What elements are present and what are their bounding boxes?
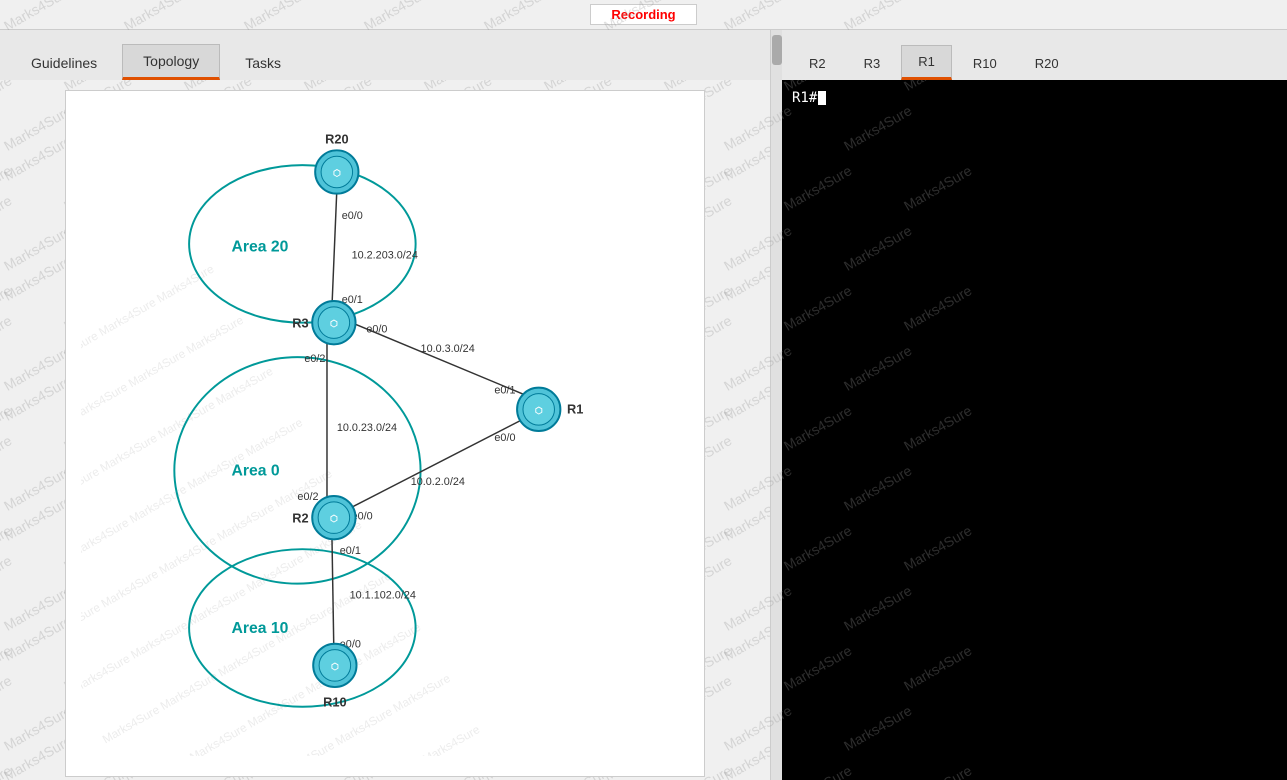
recording-label: Recording	[611, 7, 675, 22]
router-r1: ⬡ R1	[517, 388, 583, 431]
scroll-thumb[interactable]	[772, 35, 782, 65]
svg-text:R10: R10	[323, 695, 346, 710]
terminal-prompt: R1#	[792, 90, 817, 106]
svg-text:e0/1: e0/1	[340, 545, 361, 557]
svg-text:10.0.2.0/24: 10.0.2.0/24	[411, 476, 465, 488]
svg-text:⬡: ⬡	[333, 168, 341, 178]
svg-text:e0/2: e0/2	[304, 353, 325, 365]
router-tab-r3[interactable]: R3	[847, 47, 898, 80]
router-tab-r1[interactable]: R1	[901, 45, 952, 80]
svg-text:Area 0: Area 0	[231, 462, 279, 479]
recording-badge: Recording	[590, 4, 696, 25]
svg-text:e0/0: e0/0	[342, 210, 363, 222]
terminal[interactable]: R1#	[782, 80, 1287, 780]
topology-content: Marks4Sure Marks4Sure Marks4Sure Marks4S…	[0, 80, 770, 780]
svg-text:e0/0: e0/0	[366, 324, 387, 336]
router-r3: ⬡ R3	[292, 301, 355, 344]
svg-text:Area 10: Area 10	[231, 620, 288, 637]
router-tab-r10[interactable]: R10	[956, 47, 1014, 80]
svg-text:10.0.3.0/24: 10.0.3.0/24	[421, 343, 475, 355]
router-r20: ⬡ R20	[315, 131, 358, 193]
svg-text:⬡: ⬡	[331, 661, 339, 671]
svg-text:⬡: ⬡	[535, 405, 543, 415]
left-panel: Marks4SureMarks4SureMarks4SureMarks4Sure…	[0, 30, 770, 780]
tab-topology[interactable]: Topology	[122, 44, 220, 80]
router-tab-r20[interactable]: R20	[1018, 47, 1076, 80]
svg-text:e0/2: e0/2	[297, 491, 318, 503]
svg-text:R2: R2	[292, 511, 308, 526]
main-container: Marks4SureMarks4SureMarks4SureMarks4Sure…	[0, 30, 1287, 780]
svg-text:⬡: ⬡	[330, 319, 338, 329]
svg-text:R3: R3	[292, 316, 308, 331]
terminal-cursor	[818, 91, 826, 105]
svg-text:10.0.23.0/24: 10.0.23.0/24	[337, 422, 397, 434]
topology-diagram: Marks4Sure Marks4Sure Marks4Sure Marks4S…	[65, 90, 705, 777]
svg-text:10.1.102.0/24: 10.1.102.0/24	[350, 589, 416, 601]
svg-text:10.2.203.0/24: 10.2.203.0/24	[352, 250, 418, 262]
svg-text:e0/1: e0/1	[494, 385, 515, 397]
right-panel: Marks4SureMarks4SureMarks4SureMarks4Sure…	[782, 30, 1287, 780]
svg-text:e0/0: e0/0	[494, 432, 515, 444]
tab-tasks[interactable]: Tasks	[224, 46, 302, 80]
tab-bar: Guidelines Topology Tasks	[0, 30, 770, 80]
svg-text:R1: R1	[567, 401, 583, 416]
topology-svg: Marks4Sure Marks4Sure Marks4Sure Marks4S…	[81, 106, 701, 756]
router-tab-bar: R2 R3 R1 R10 R20	[782, 30, 1287, 80]
router-tab-r2[interactable]: R2	[792, 47, 843, 80]
svg-text:R20: R20	[325, 131, 348, 146]
svg-text:Area 20: Area 20	[231, 239, 288, 256]
svg-text:⬡: ⬡	[330, 514, 338, 524]
scroll-area[interactable]	[770, 30, 782, 780]
tab-guidelines[interactable]: Guidelines	[10, 46, 118, 80]
top-bar: Recording	[0, 0, 1287, 30]
